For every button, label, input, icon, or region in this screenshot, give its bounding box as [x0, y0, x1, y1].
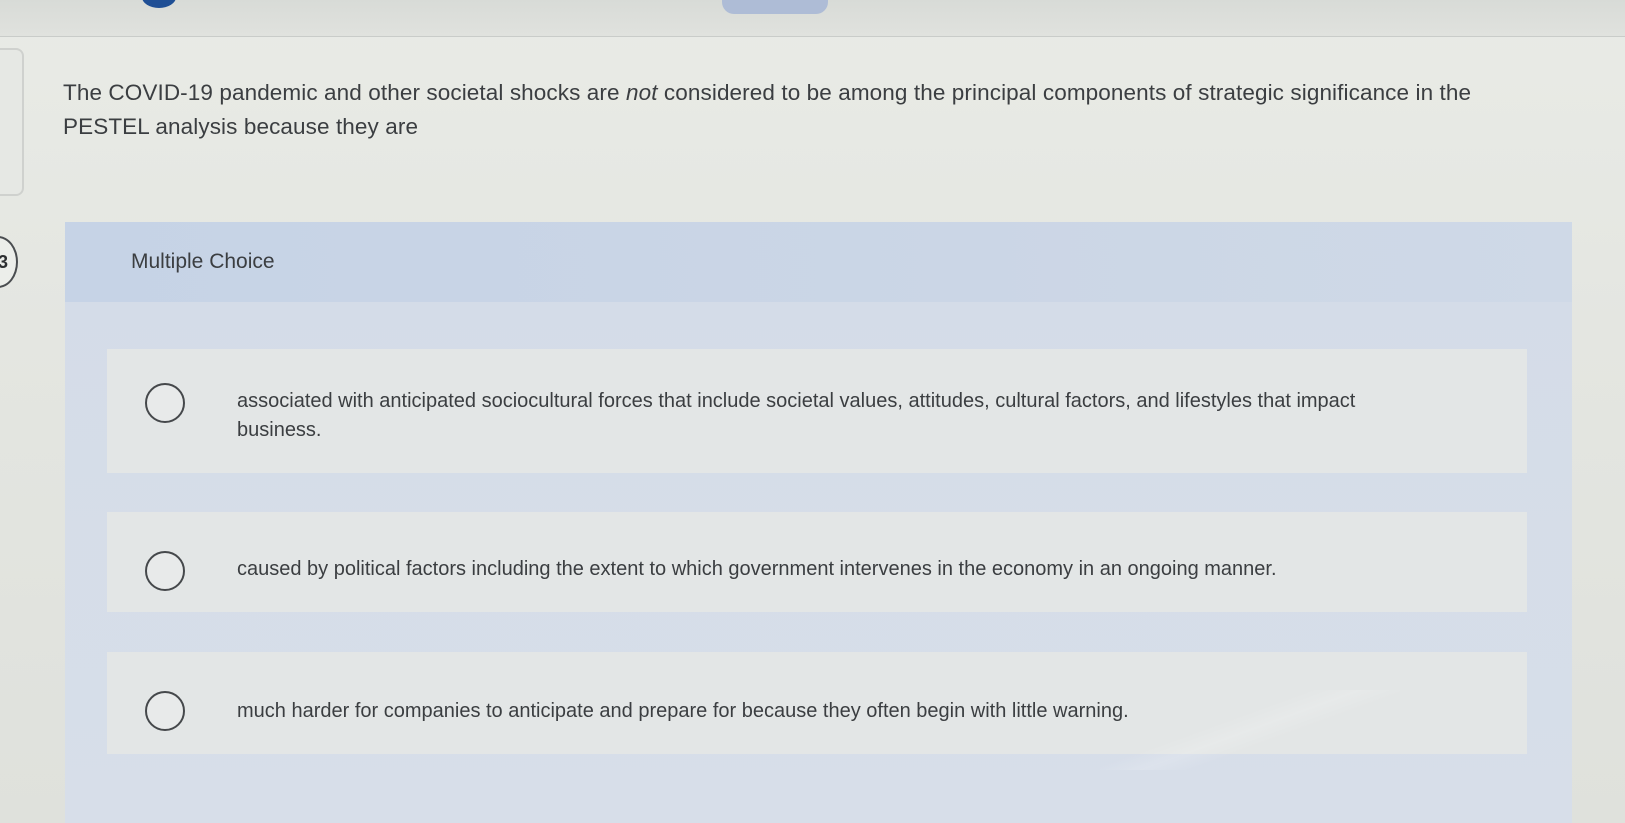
- multiple-choice-header: Multiple Choice: [65, 222, 1572, 302]
- choice-text-b: caused by political factors including th…: [237, 558, 1277, 580]
- choice-option-c[interactable]: much harder for companies to anticipate …: [107, 652, 1527, 754]
- side-panel-edge: [0, 48, 24, 196]
- multiple-choice-panel: Multiple Choice associated with anticipa…: [65, 222, 1572, 823]
- top-navigation-bar: [0, 0, 1625, 37]
- question-number-badge[interactable]: 3: [0, 236, 18, 288]
- choice-text-a: associated with anticipated sociocultura…: [237, 390, 1356, 441]
- multiple-choice-label: Multiple Choice: [131, 250, 275, 273]
- choice-option-a[interactable]: associated with anticipated sociocultura…: [107, 349, 1527, 473]
- radio-button-icon[interactable]: [145, 551, 185, 591]
- nav-tab[interactable]: [722, 0, 828, 14]
- nav-button-icon[interactable]: [142, 0, 176, 8]
- radio-button-icon[interactable]: [145, 383, 185, 423]
- prompt-emphasis: not: [625, 80, 658, 105]
- prompt-text-start: The COVID-19 pandemic and other societal…: [63, 80, 626, 105]
- choice-option-b[interactable]: caused by political factors including th…: [107, 512, 1527, 612]
- question-prompt: The COVID-19 pandemic and other societal…: [63, 76, 1543, 144]
- choice-text-c: much harder for companies to anticipate …: [237, 700, 1129, 722]
- radio-button-icon[interactable]: [145, 691, 185, 731]
- question-number-label: 3: [0, 251, 8, 272]
